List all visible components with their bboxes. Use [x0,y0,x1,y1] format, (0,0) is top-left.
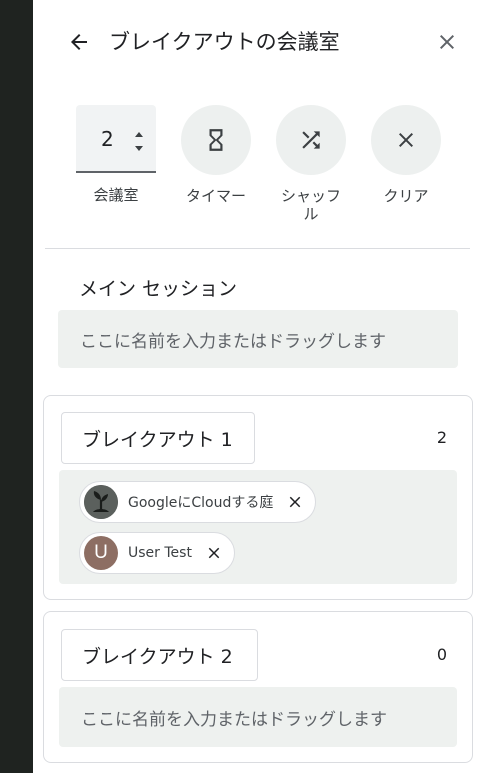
room-participant-count-1: 2 [436,428,447,447]
app-left-strip [0,0,33,773]
room-participants-area-1[interactable]: GoogleにCloudする庭 U User Test [59,470,457,584]
breakout-room-card-2: ブレイクアウト 2 0 ここに名前を入力またはドラッグします [43,611,473,763]
avatar: U [84,536,118,570]
close-button[interactable] [429,24,465,60]
room-participant-count-2: 0 [436,645,447,664]
room-placeholder-2: ここに名前を入力またはドラッグします [81,709,387,730]
close-icon [290,496,301,508]
panel-title: ブレイクアウトの会議室 [109,30,340,54]
avatar-letter: U [94,542,108,563]
clear-label: クリア [383,187,429,205]
shuffle-label-line1: シャッフ [280,187,341,205]
clear-button[interactable] [371,105,441,175]
main-session-drop-zone[interactable]: ここに名前を入力またはドラッグします [58,310,458,368]
shuffle-label: シャッフ ル [266,187,356,223]
timer-label: タイマー [185,187,246,205]
room-count-label: 会議室 [93,186,139,204]
participant-chip[interactable]: U User Test [79,532,235,574]
participant-name: GoogleにCloudする庭 [128,495,274,511]
room-name-2: ブレイクアウト 2 [82,645,233,668]
main-session-title: メイン セッション [79,278,238,300]
shuffle-label-line2: ル [303,205,319,223]
avatar [84,485,118,519]
room-count-stepper[interactable]: 2 [76,105,156,173]
room-name-field-2[interactable]: ブレイクアウト 2 [61,629,258,681]
breakout-rooms-panel: ブレイクアウトの会議室 2 会議室 タイマー シャッフ ル クリア メイン セッ… [33,0,483,773]
divider [45,248,470,249]
hourglass-icon [209,129,223,151]
room-drop-zone-2[interactable]: ここに名前を入力またはドラッグします [59,687,457,747]
room-name-field-1[interactable]: ブレイクアウト 1 [61,412,255,464]
close-icon [440,35,454,49]
main-session-placeholder: ここに名前を入力またはドラッグします [80,331,386,352]
remove-participant-button[interactable] [285,492,305,512]
shuffle-button[interactable] [276,105,346,175]
participant-name: User Test [128,545,192,561]
close-icon [399,133,413,147]
arrow-left-icon [71,34,87,50]
room-count-value: 2 [101,127,114,151]
panel-header: ブレイクアウトの会議室 [33,0,483,82]
back-button[interactable] [61,24,97,60]
spin-up-icon[interactable] [133,130,145,140]
participant-chip[interactable]: GoogleにCloudする庭 [79,481,317,523]
shuffle-icon [302,131,320,149]
close-icon [208,547,220,559]
spin-down-icon[interactable] [133,143,145,153]
timer-button[interactable] [181,105,251,175]
breakout-room-card-1: ブレイクアウト 1 2 GoogleにCloudする庭 U User Test [43,395,473,600]
plant-icon [84,485,118,519]
remove-participant-button[interactable] [204,543,224,563]
room-name-1: ブレイクアウト 1 [82,428,233,451]
